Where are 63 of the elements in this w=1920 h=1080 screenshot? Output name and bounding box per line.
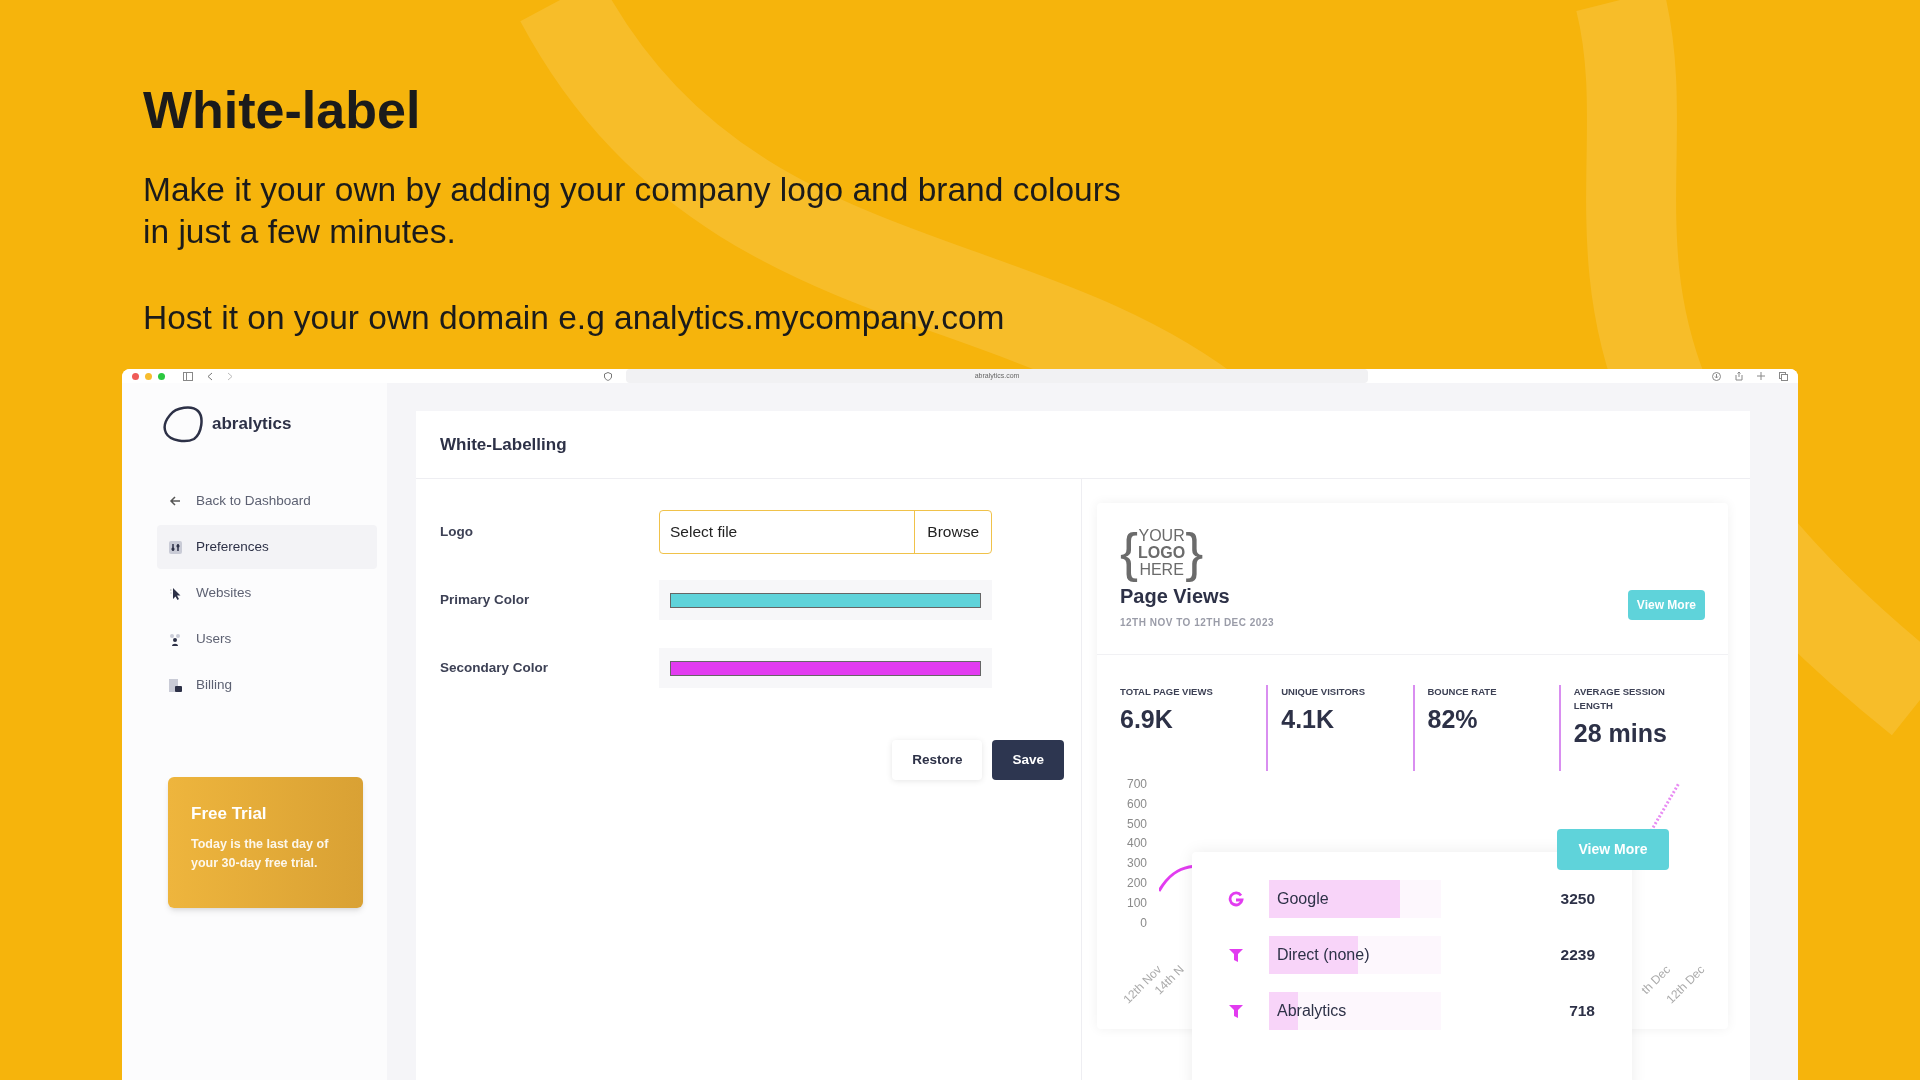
stat-label: BOUNCE RATE <box>1427 685 1498 699</box>
nav-item[interactable]: Users <box>157 617 377 661</box>
nav-item[interactable]: Billing <box>157 663 377 707</box>
brand-name: abralytics <box>212 413 292 436</box>
logo-placeholder-text: HERE <box>1139 560 1184 578</box>
building-icon <box>169 678 182 692</box>
axis-tick-label: 200 <box>1126 876 1147 891</box>
trial-title: Free Trial <box>191 803 267 825</box>
plus-icon[interactable] <box>1757 372 1765 380</box>
source-count: 2239 <box>1560 945 1595 966</box>
stat-value: 6.9K <box>1120 704 1174 735</box>
users-icon <box>169 632 182 646</box>
date-range: 12TH NOV TO 12TH DEC 2023 <box>1120 616 1275 630</box>
source-count: 718 <box>1569 1001 1595 1022</box>
sliders-icon <box>169 540 182 554</box>
trial-message: Today is the last day of your 30-day free trial. <box>191 835 330 872</box>
field-label: Logo <box>440 522 474 541</box>
stat-value: 28 mins <box>1573 718 1668 749</box>
axis-tick-label: 400 <box>1126 836 1147 851</box>
stat-label: TOTAL PAGE VIEWS <box>1120 685 1214 699</box>
color-picker[interactable] <box>659 580 992 620</box>
nav-item[interactable]: Websites <box>157 571 377 615</box>
logo-placeholder-text: LOGO <box>1138 543 1186 561</box>
stat-value: 4.1K <box>1281 704 1336 735</box>
funnel-icon <box>1228 947 1244 963</box>
color-picker[interactable] <box>659 648 992 688</box>
sidebar-toggle-icon[interactable] <box>183 371 193 381</box>
axis-tick-label: 0 <box>1140 915 1147 931</box>
download-icon[interactable] <box>1712 371 1721 381</box>
share-icon[interactable] <box>1735 371 1743 381</box>
axis-tick-label: 300 <box>1126 856 1147 871</box>
browse-button[interactable]: Browse <box>914 511 991 553</box>
stat-label: AVERAGE SESSION LENGTH <box>1573 685 1666 713</box>
field-label: Secondary Color <box>440 658 550 677</box>
file-input[interactable]: Select file Browse <box>659 510 992 554</box>
cursor-icon <box>169 586 182 600</box>
shield-icon[interactable] <box>604 371 612 381</box>
stat-label: UNIQUE VISITORS <box>1281 685 1366 699</box>
save-button[interactable]: Save <box>992 740 1064 780</box>
source-count: 3250 <box>1560 889 1595 910</box>
source-label: Google <box>1276 889 1329 909</box>
domain-text: Host it on your own domain e.g analytics.mycompany.com <box>143 298 1005 338</box>
stat-value: 82% <box>1427 704 1479 735</box>
google-icon <box>1228 891 1244 907</box>
back-arrow-icon <box>169 494 182 508</box>
source-label: Direct (none) <box>1276 945 1370 965</box>
tabs-icon[interactable] <box>1779 371 1788 381</box>
axis-tick-label: 500 <box>1126 816 1147 832</box>
panel-title: White-Labelling <box>440 433 567 456</box>
chart-title: Page Views <box>1120 584 1230 609</box>
axis-tick-label: 700 <box>1126 777 1147 792</box>
field-label: Primary Color <box>440 590 531 609</box>
page-title: White-label <box>143 80 421 141</box>
source-label: Abralytics <box>1276 1001 1347 1021</box>
logo-placeholder-text: YOUR <box>1138 526 1185 544</box>
brand-logo-icon <box>162 405 204 443</box>
funnel-icon <box>1228 1003 1244 1019</box>
restore-button[interactable]: Restore <box>892 740 983 780</box>
intro-text: Make it your own by adding your company logo and brand colours in just a few minutes. <box>143 170 1121 252</box>
axis-tick-label: 100 <box>1126 895 1147 911</box>
nav-item[interactable]: Back to Dashboard <box>157 479 377 523</box>
nav-item[interactable]: Preferences <box>157 525 377 569</box>
axis-tick-label: 600 <box>1126 796 1147 812</box>
